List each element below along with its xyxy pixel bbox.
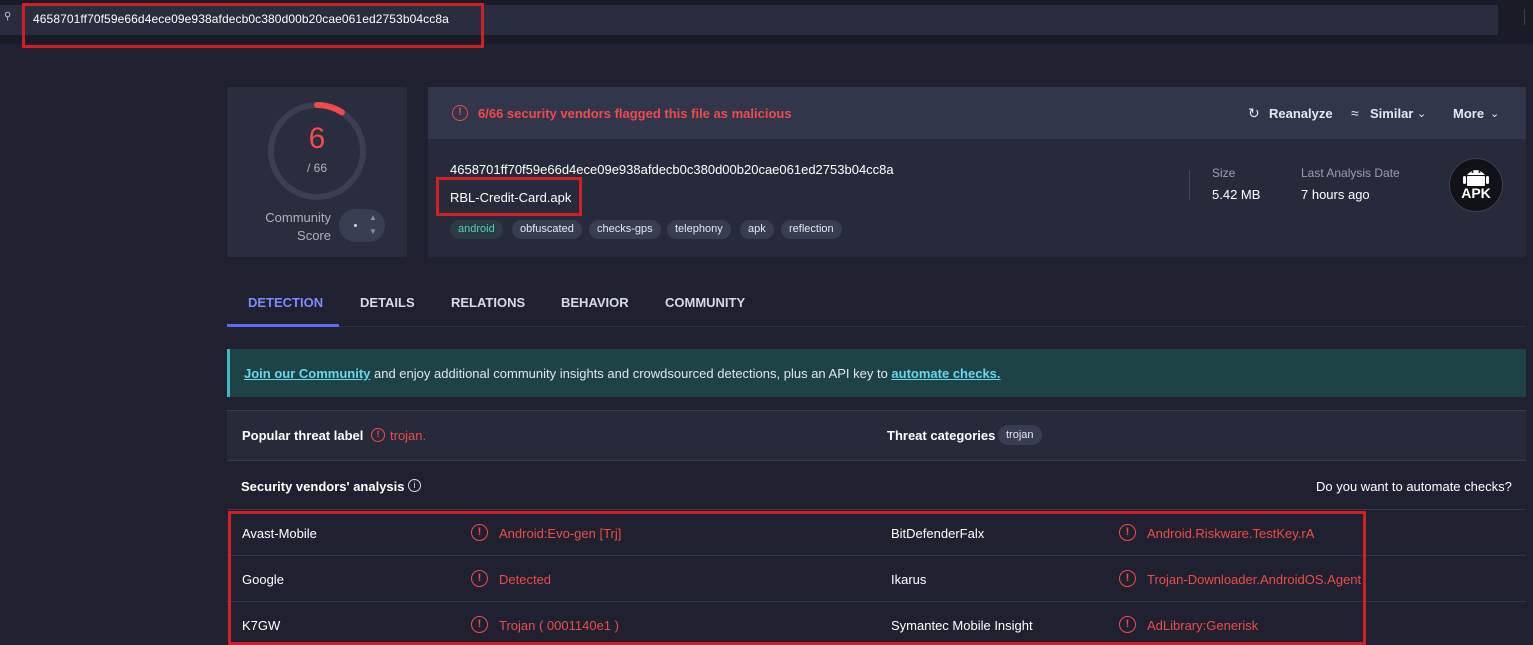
banner-middle-text: and enjoy additional community insights … [370,366,892,381]
community-label-line2: Score [297,228,331,243]
highlight-box-vendors [228,511,1366,645]
tag-checks-gps[interactable]: checks-gps [589,220,661,239]
file-type-label: APK [1461,185,1491,201]
automate-checks-link[interactable]: automate checks. [891,366,1000,381]
chevron-up-icon[interactable]: ▲ [369,213,377,222]
meta-divider [1189,170,1190,200]
reanalyze-icon[interactable]: ↻ [1248,105,1260,122]
vote-dot-icon [354,224,357,227]
chevron-down-icon[interactable]: ⌄ [1417,107,1426,120]
info-icon[interactable]: i [408,479,421,492]
tab-divider [339,326,1526,327]
file-hash: 4658701ff70f59e66d4ece09e938afdecb0c380d… [450,162,894,177]
tab-community[interactable]: COMMUNITY [665,295,745,310]
tab-detection[interactable]: DETECTION [248,295,323,310]
vendors-analysis-title: Security vendors' analysis [241,479,405,494]
highlight-box-search [22,3,484,48]
last-analysis-value: 7 hours ago [1301,187,1370,202]
android-icon [1463,170,1489,186]
tag-apk[interactable]: apk [740,220,774,239]
tag-android[interactable]: android [450,220,503,239]
highlight-box-filename [436,177,582,216]
tag-telephony[interactable]: telephony [667,220,731,239]
tab-behavior[interactable]: BEHAVIOR [561,295,629,310]
active-tab-indicator [227,324,339,327]
reanalyze-button[interactable]: Reanalyze [1269,106,1333,121]
alert-icon: ! [371,428,385,442]
chevron-down-icon[interactable]: ▼ [369,227,377,236]
community-vote-control[interactable] [339,209,385,242]
tab-details[interactable]: DETAILS [360,295,415,310]
join-community-link[interactable]: Join our Community [244,366,370,381]
similar-button[interactable]: Similar [1370,106,1413,121]
threat-categories-label: Threat categories [887,428,996,443]
last-analysis-label: Last Analysis Date [1301,166,1400,180]
community-score-label: Community Score [240,209,331,245]
similar-icon[interactable]: ≈ [1351,105,1359,121]
alert-icon: ! [452,105,468,121]
threat-category-tag[interactable]: trojan [998,425,1042,445]
chevron-down-icon[interactable]: ⌄ [1490,107,1499,120]
malicious-alert: 6/66 security vendors flagged this file … [478,106,792,121]
popular-threat-value: trojan. [390,428,427,443]
tag-obfuscated[interactable]: obfuscated [512,220,582,239]
size-label: Size [1212,166,1236,180]
detection-total: / 66 [306,161,327,175]
upload-icon[interactable] [1524,9,1533,25]
tag-reflection[interactable]: reflection [781,220,842,239]
search-icon: ⚲ [4,11,12,22]
more-button[interactable]: More [1453,106,1484,121]
size-value: 5.42 MB [1212,187,1261,202]
automate-checks-prompt[interactable]: Do you want to automate checks? [1316,479,1512,494]
tab-relations[interactable]: RELATIONS [451,295,525,310]
community-label-line1: Community [265,210,331,225]
popular-threat-label: Popular threat label [242,428,364,443]
detection-count: 6 [308,122,326,155]
banner-text: Join our Community and enjoy additional … [244,366,1001,381]
